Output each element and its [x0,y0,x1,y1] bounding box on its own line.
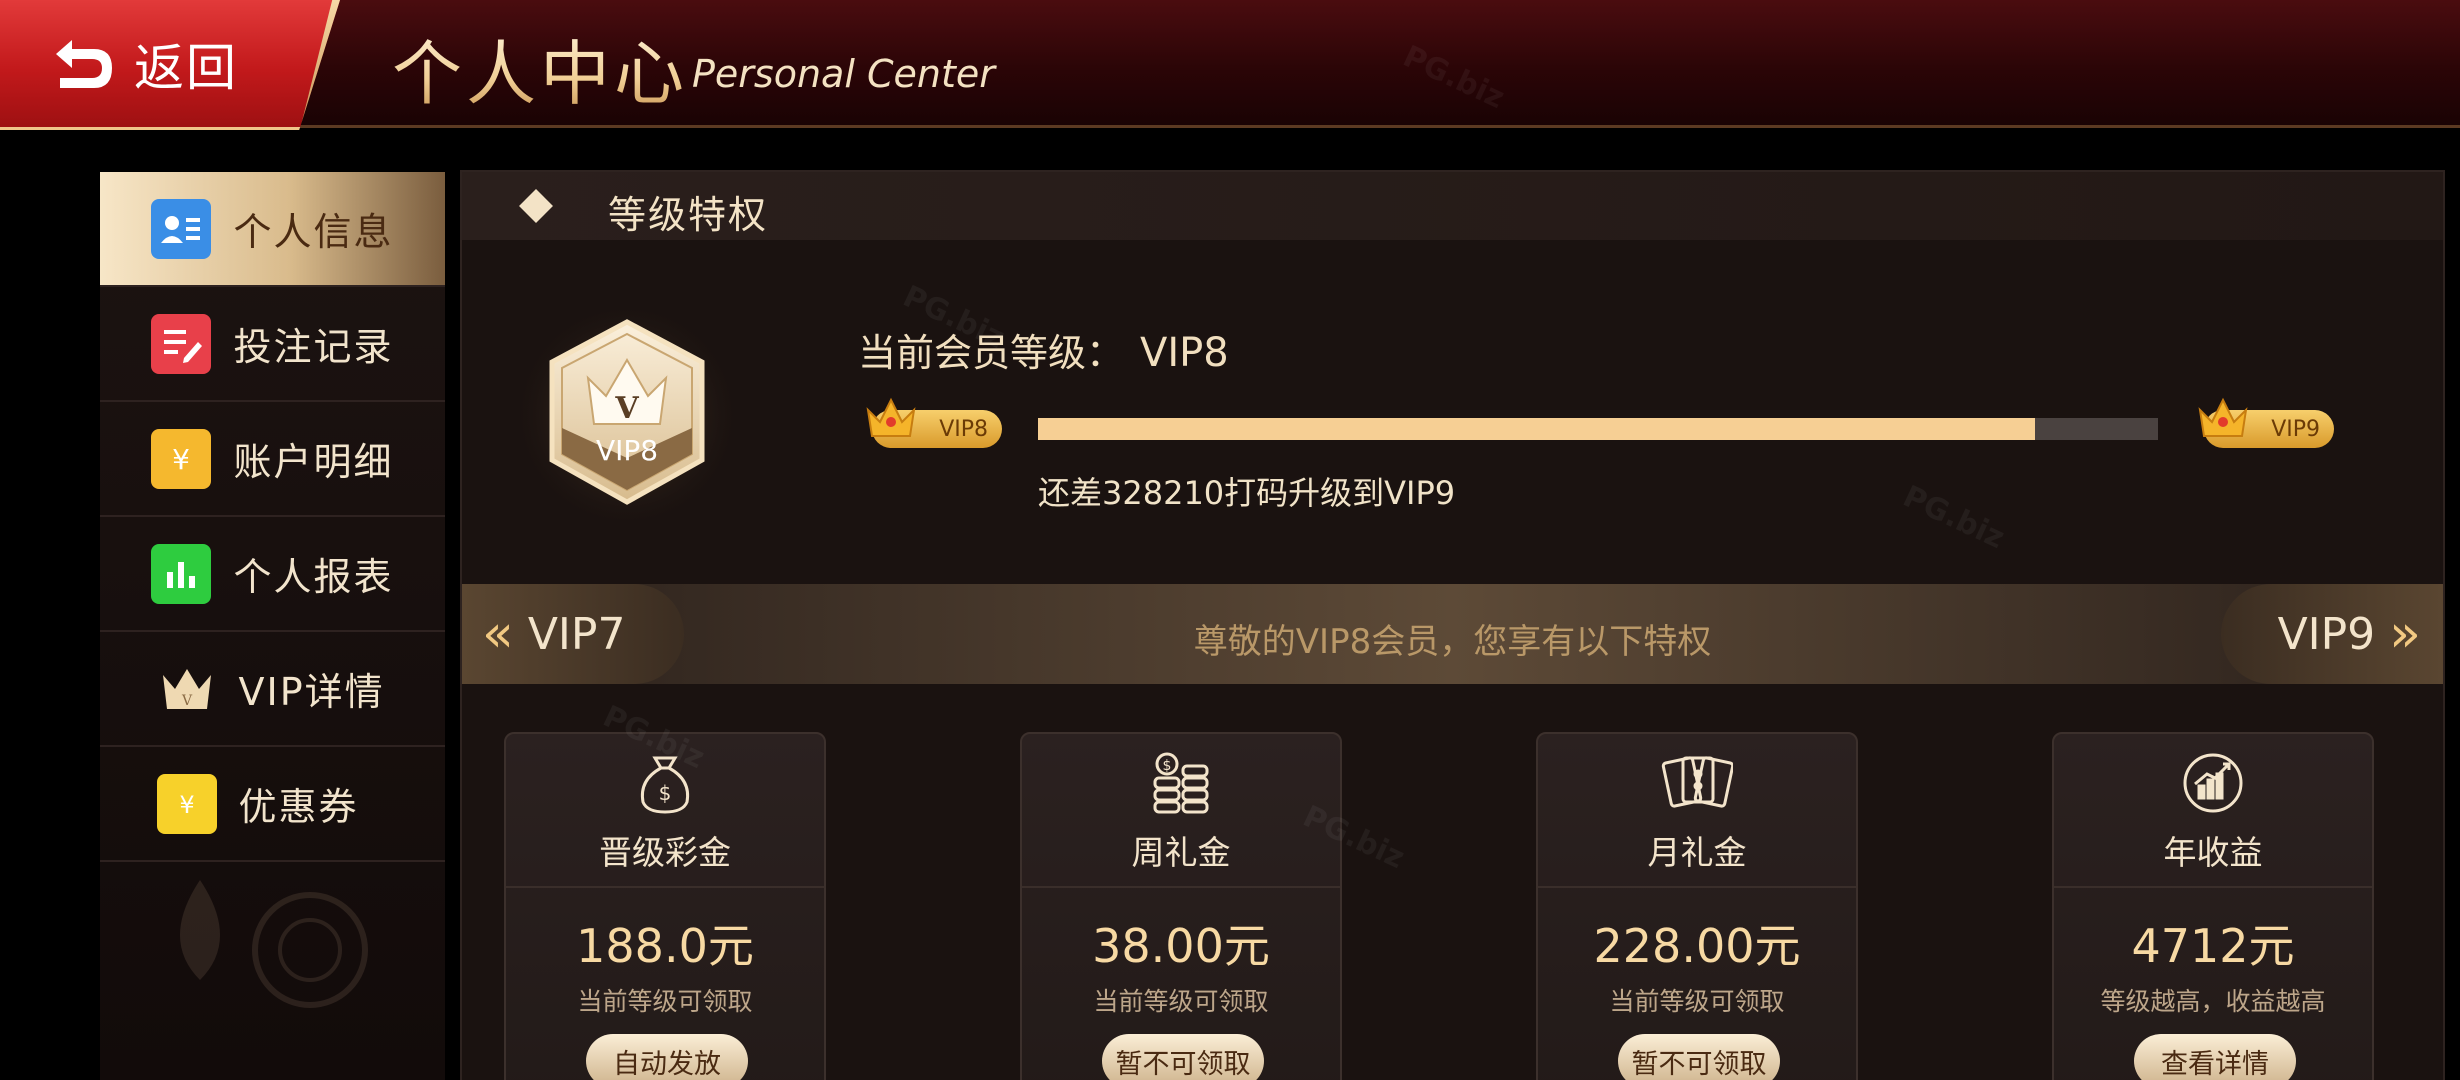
coin-stack-icon: $ [1153,752,1209,814]
card-value: 4712元 [2131,919,2295,973]
progress-to-badge: VIP9 [2198,397,2334,448]
card-title: 年收益 [2163,833,2263,872]
crown-icon [2198,397,2248,437]
double-chevron-right-icon: » [2389,604,2421,664]
sidebar-item-coupon[interactable]: ¥ 优惠券 [100,747,445,862]
cash-notes-icon [1661,756,1733,808]
top-header: 返回 个人中心 Personal Center [0,0,2460,130]
card-subtitle: 当前等级可领取 [1093,987,1269,1016]
next-level-button[interactable]: VIP9 » [2221,584,2443,684]
current-level-text: 当前会员等级： VIP8 [858,322,1229,377]
privilege-banner-text: 尊敬的VIP8会员，您享有以下特权 [1193,622,1712,662]
svg-text:V: V [180,693,192,709]
progress-from-badge: VIP8 [866,397,1002,448]
sidebar-item-label: 账户明细 [233,440,394,484]
next-level-label: VIP9 [2277,608,2376,660]
sidebar-item-vip-detail[interactable]: V VIP详情 [100,632,445,747]
coupon-icon: ¥ [156,773,217,834]
privilege-card-weekly-gift: $ 周礼金 38.00元 当前等级可领取 暂不可领取 [1020,732,1342,1080]
current-level-value: VIP8 [1140,330,1229,376]
diamond-icon [519,189,553,223]
money-bag-icon: $ [640,756,690,814]
svg-text:$: $ [659,781,672,805]
card-value: 38.00元 [1092,919,1270,973]
level-progress-bar [1038,418,2158,440]
sidebar: 个人信息 投注记录 ¥ 账户明细 个人报表 V VIP详情 ¥ 优惠券 [100,172,445,1080]
page-title: 个人中心 [392,18,688,119]
bar-chart-icon [151,543,212,604]
card-action-button[interactable]: 查看详情 [2134,1034,2296,1080]
card-subtitle: 当前等级可领取 [1609,987,1785,1016]
crown-icon: V [157,659,217,719]
card-divider [1538,886,1856,888]
upgrade-requirement-text: 还差328210打码升级到VIP9 [1038,474,1456,512]
sidebar-item-label: VIP详情 [238,670,385,714]
bet-record-icon [151,313,212,374]
prev-level-button[interactable]: « VIP7 [462,584,684,684]
double-chevron-left-icon: « [482,604,514,664]
card-divider [506,886,824,888]
card-action-button[interactable]: 暂不可领取 [1102,1034,1264,1080]
wallet-icon: ¥ [151,428,212,489]
sidebar-item-bet-record[interactable]: 投注记录 [100,287,445,402]
sidebar-item-label: 个人信息 [233,210,394,254]
badge-level-label: VIP8 [596,434,658,467]
sidebar-item-report[interactable]: 个人报表 [100,517,445,632]
back-arrow-icon [56,39,112,88]
growth-chart-icon [2183,753,2243,813]
sidebar-item-personal-info[interactable]: 个人信息 [100,172,445,287]
main-panel: 等级特权 V VIP8 当前会员等级： VIP8 VIP8 VIP9 还差328… [460,170,2445,1080]
card-divider [1022,886,1340,888]
svg-text:V: V [614,391,639,426]
privilege-card-monthly-gift: 月礼金 228.00元 当前等级可领取 暂不可领取 [1536,732,1858,1080]
prev-level-label: VIP7 [527,608,626,660]
level-progress-fill [1038,418,2035,440]
svg-text:¥: ¥ [179,791,194,819]
section-title: 等级特权 [608,193,769,237]
svg-text:¥: ¥ [173,443,191,476]
privilege-card-upgrade-bonus: $ 晋级彩金 188.0元 当前等级可领取 自动发放 [504,732,826,1080]
card-value: 188.0元 [576,919,754,973]
svg-text:$: $ [1163,758,1172,774]
card-subtitle: 当前等级可领取 [577,987,753,1016]
user-card-icon [151,198,212,259]
back-button[interactable]: 返回 [0,0,340,130]
sidebar-item-account-detail[interactable]: ¥ 账户明细 [100,402,445,517]
section-header: 等级特权 [462,172,2443,240]
sidebar-item-label: 投注记录 [233,325,394,369]
sidebar-item-label: 优惠券 [238,785,359,829]
card-action-button[interactable]: 自动发放 [586,1034,748,1080]
vip-privilege-banner: 尊敬的VIP8会员，您享有以下特权 [462,584,2443,684]
page-subtitle: Personal Center [692,52,995,96]
card-divider [2054,886,2372,888]
card-title: 晋级彩金 [599,833,731,872]
card-suit-decoration [180,880,368,1008]
sidebar-item-label: 个人报表 [233,555,394,599]
current-level-label: 当前会员等级： [858,331,1125,375]
back-label: 返回 [134,38,238,97]
card-value: 228.00元 [1593,919,1801,973]
privilege-card-annual-income: 年收益 4712元 等级越高，收益越高 查看详情 [2052,732,2374,1080]
vip-level-badge: V VIP8 [512,300,742,530]
card-title: 月礼金 [1647,833,1747,872]
card-action-button[interactable]: 暂不可领取 [1618,1034,1780,1080]
card-subtitle: 等级越高，收益越高 [2100,987,2326,1016]
card-title: 周礼金 [1131,833,1231,872]
crown-icon [866,397,916,437]
